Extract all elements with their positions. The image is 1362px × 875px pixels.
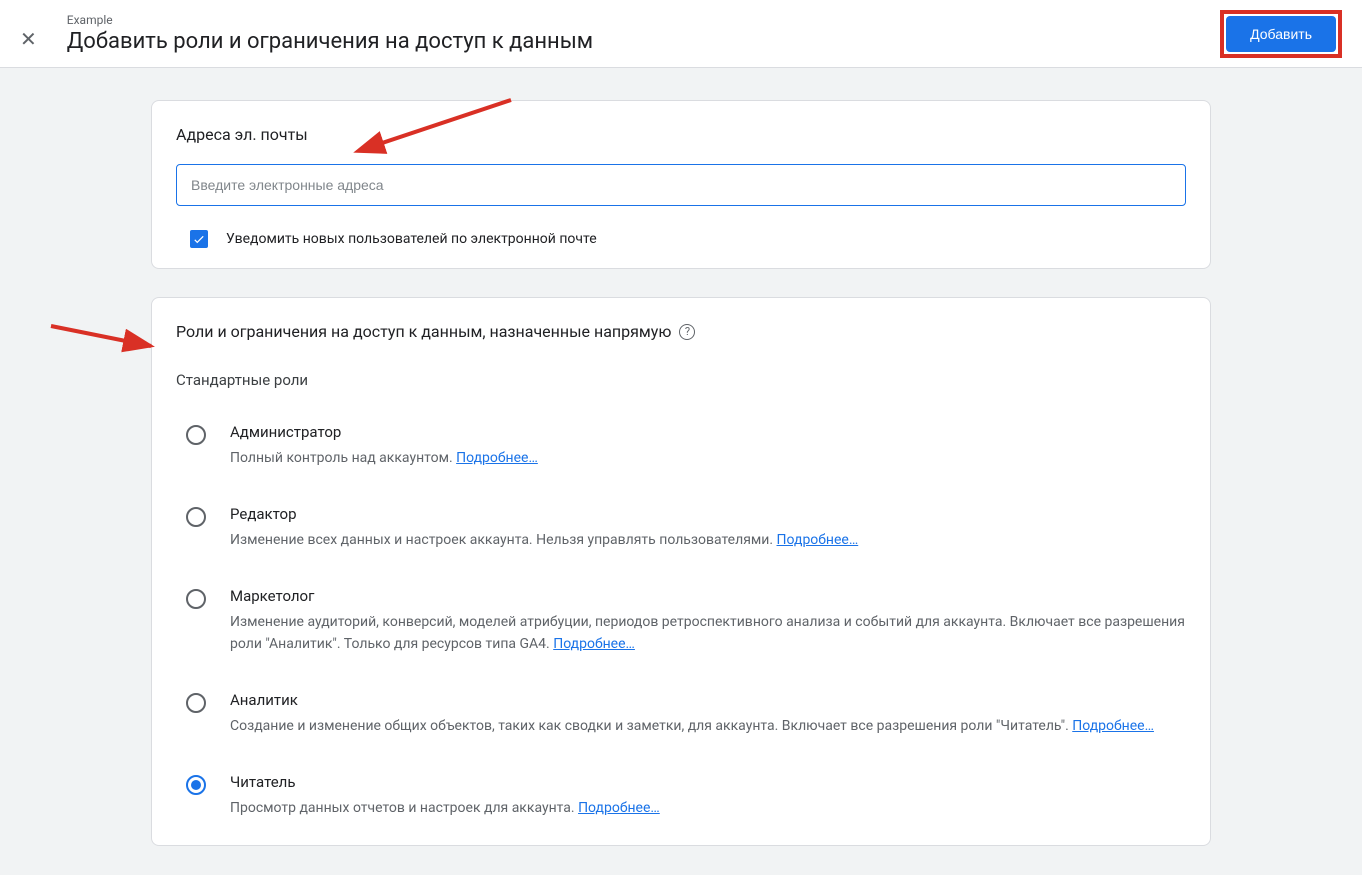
- add-button[interactable]: Добавить: [1226, 16, 1336, 52]
- role-row: Администратор Полный контроль над аккаунт…: [176, 413, 1186, 495]
- role-name: Аналитик: [230, 691, 1186, 709]
- email-input[interactable]: [176, 164, 1186, 206]
- add-button-highlight: Добавить: [1220, 10, 1342, 58]
- role-name: Читатель: [230, 773, 1186, 791]
- more-link[interactable]: Подробнее…: [777, 532, 859, 548]
- role-row: Редактор Изменение всех данных и настроек…: [176, 495, 1186, 577]
- checkmark-icon: [192, 232, 206, 246]
- more-link[interactable]: Подробнее…: [1072, 718, 1154, 734]
- email-card-title: Адреса эл. почты: [176, 125, 1186, 144]
- more-link[interactable]: Подробнее…: [553, 636, 635, 652]
- role-desc: Просмотр данных отчетов и настроек для а…: [230, 797, 1186, 819]
- role-name: Маркетолог: [230, 587, 1186, 605]
- role-row: Маркетолог Изменение аудиторий, конверсий…: [176, 577, 1186, 681]
- notify-label: Уведомить новых пользователей по электро…: [226, 231, 597, 247]
- role-desc: Полный контроль над аккаунтом. Подробнее…: [230, 447, 1186, 469]
- more-link[interactable]: Подробнее…: [456, 450, 538, 466]
- close-icon[interactable]: ✕: [20, 27, 37, 51]
- email-card: Адреса эл. почты Уведомить новых пользов…: [151, 100, 1211, 269]
- role-desc: Создание и изменение общих объектов, так…: [230, 715, 1186, 737]
- breadcrumb: Example: [67, 12, 1220, 28]
- notify-checkbox[interactable]: [190, 230, 208, 248]
- help-icon[interactable]: ?: [679, 324, 695, 340]
- role-radio[interactable]: [186, 775, 206, 795]
- role-name: Администратор: [230, 423, 1186, 441]
- roles-list: Администратор Полный контроль над аккаунт…: [176, 413, 1186, 845]
- role-name: Редактор: [230, 505, 1186, 523]
- roles-subtitle: Стандартные роли: [176, 371, 1186, 389]
- page-title: Добавить роли и ограничения на доступ к …: [67, 28, 1220, 56]
- roles-card: Роли и ограничения на доступ к данным, н…: [151, 297, 1211, 846]
- role-desc: Изменение аудиторий, конверсий, моделей …: [230, 611, 1186, 655]
- role-row: Читатель Просмотр данных отчетов и настро…: [176, 763, 1186, 845]
- role-radio[interactable]: [186, 589, 206, 609]
- more-link[interactable]: Подробнее…: [578, 800, 660, 816]
- roles-card-title: Роли и ограничения на доступ к данным, н…: [176, 322, 671, 341]
- role-radio[interactable]: [186, 507, 206, 527]
- page-header: ✕ Example Добавить роли и ограничения на…: [0, 0, 1362, 68]
- role-desc: Изменение всех данных и настроек аккаунт…: [230, 529, 1186, 551]
- role-row: Аналитик Создание и изменение общих объек…: [176, 681, 1186, 763]
- role-radio[interactable]: [186, 425, 206, 445]
- annotation-arrow-icon: [46, 318, 166, 362]
- role-radio[interactable]: [186, 693, 206, 713]
